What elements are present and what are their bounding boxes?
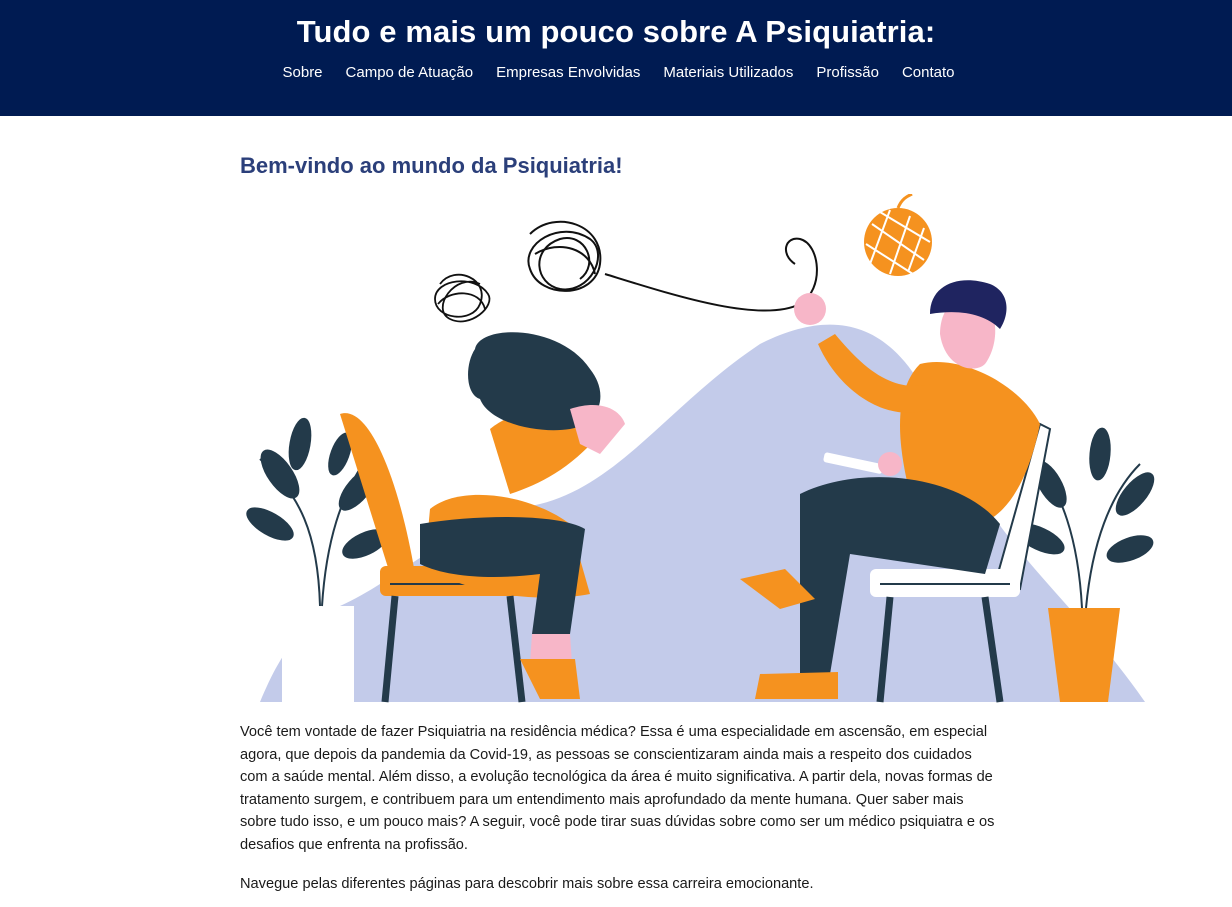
right-plant-pot [1048,608,1120,702]
intro-paragraph: Você tem vontade de fazer Psiquiatria na… [240,724,995,853]
scribble-large [527,220,602,292]
left-plant-pot [282,606,354,702]
yarn-thread [604,237,818,312]
site-title: Tudo e mais um pouco sobre A Psiquiatria… [296,14,936,49]
scribble-small [434,273,491,323]
welcome-heading: Bem-vindo ao mundo da Psiquiatria! [240,153,623,178]
main-nav: Sobre Campo de Atuação Empresas Envolvid… [0,64,1232,81]
yarn-ball-icon [864,194,932,277]
site-header: Tudo e mais um pouco sobre A Psiquiatria… [0,0,1232,116]
nav-link-materiais-utilizados[interactable]: Materiais Utilizados [663,64,793,81]
navigate-paragraph: Navegue pelas diferentes páginas para de… [240,876,814,892]
nav-link-sobre[interactable]: Sobre [283,64,323,81]
therapy-illustration [246,194,1155,703]
main-content: Bem-vindo ao mundo da Psiquiatria! Você … [240,116,1155,892]
nav-link-contato[interactable]: Contato [902,64,955,81]
nav-link-profissao[interactable]: Profissão [816,64,879,81]
nav-link-campo-de-atuacao[interactable]: Campo de Atuação [346,64,474,81]
nav-link-empresas-envolvidas[interactable]: Empresas Envolvidas [496,64,640,81]
